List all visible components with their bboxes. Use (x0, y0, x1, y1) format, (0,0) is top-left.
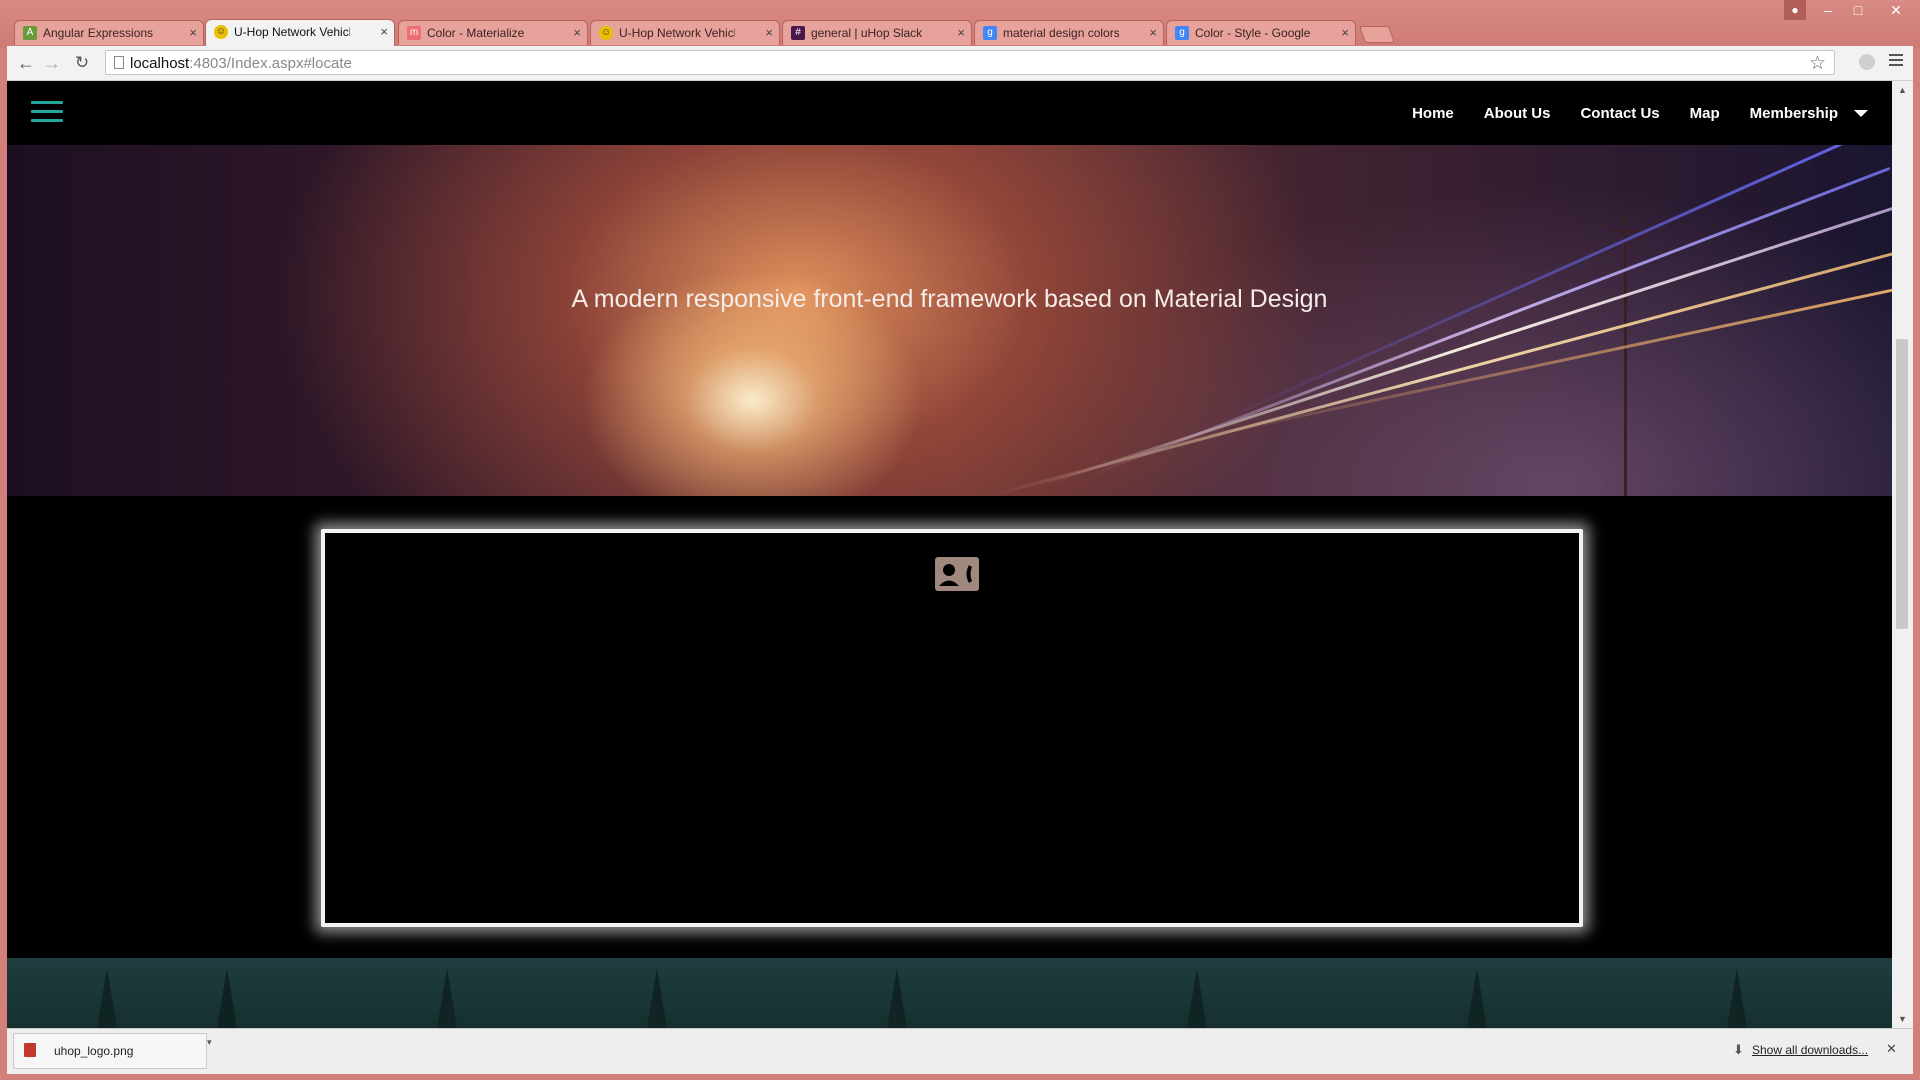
tree-decoration (647, 968, 667, 1028)
site-navbar: Home About Us Contact Us Map Membership (7, 81, 1892, 145)
tab-close-icon[interactable]: × (380, 20, 388, 44)
browser-tab[interactable]: m Color - Materialize × (398, 20, 588, 45)
light-streak (1086, 166, 1891, 478)
download-arrow-icon: ⬇ (1733, 1042, 1744, 1057)
google-favicon-icon: g (1175, 26, 1189, 40)
tree-decoration (1727, 968, 1747, 1028)
window-close-icon[interactable]: ✕ (1876, 0, 1916, 20)
reload-icon[interactable]: ↻ (71, 52, 93, 74)
nav-link-home[interactable]: Home (1412, 105, 1454, 122)
downloads-shelf: uhop_logo.png ▾ ⬇ Show all downloads... … (7, 1028, 1913, 1074)
nav-link-about-us[interactable]: About Us (1484, 105, 1551, 122)
back-arrow-icon[interactable]: ← (15, 52, 37, 74)
profile-icon[interactable]: ● (1784, 0, 1806, 20)
tree-decoration (437, 968, 457, 1028)
power-tower-decoration (1624, 210, 1627, 496)
power-tower-arm-decoration (1610, 230, 1640, 232)
url-path: :4803/Index.aspx#locate (189, 55, 352, 72)
tab-close-icon[interactable]: × (1149, 21, 1157, 45)
tab-title: Color - Materialize (427, 26, 525, 40)
tab-title: U-Hop Network Vehicle S (234, 25, 350, 39)
page-scrollbar[interactable]: ▲ ▼ (1892, 81, 1913, 1028)
scroll-down-arrow-icon[interactable]: ▼ (1898, 1014, 1907, 1024)
tab-close-icon[interactable]: × (1341, 21, 1349, 45)
browser-tab[interactable]: g Color - Style - Google des × (1166, 20, 1356, 45)
nav-link-membership[interactable]: Membership (1750, 105, 1838, 122)
google-favicon-icon: g (983, 26, 997, 40)
browser-titlebar: A Angular Expressions × ☺ U-Hop Network … (0, 0, 1920, 48)
show-all-downloads-link[interactable]: Show all downloads... (1752, 1043, 1868, 1057)
hamburger-menu-icon[interactable] (31, 101, 63, 128)
close-shelf-icon[interactable]: ✕ (1886, 1041, 1897, 1057)
caret-down-icon[interactable] (1854, 109, 1868, 117)
tree-decoration (887, 968, 907, 1028)
slack-favicon-icon: # (791, 26, 805, 40)
browser-tab[interactable]: # general | uHop Slack × (782, 20, 972, 45)
forward-arrow-icon[interactable]: → (41, 52, 63, 74)
contact-card (321, 529, 1583, 927)
contact-card-icon (935, 557, 979, 591)
image-file-icon (24, 1043, 36, 1057)
browser-tab[interactable]: g material design colors - G × (974, 20, 1164, 45)
nav-link-contact-us[interactable]: Contact Us (1580, 105, 1659, 122)
tab-title: U-Hop Network Vehicle S (619, 26, 735, 40)
extension-icon[interactable] (1859, 54, 1875, 70)
bookmark-star-icon[interactable]: ☆ (1809, 52, 1826, 75)
tab-close-icon[interactable]: × (765, 21, 773, 45)
tree-decoration (1187, 968, 1207, 1028)
tree-decoration (97, 968, 117, 1028)
tab-title: Angular Expressions (43, 26, 154, 40)
download-options-caret-icon[interactable]: ▾ (207, 1037, 212, 1048)
minimize-icon[interactable]: – (1814, 0, 1842, 20)
url-host: localhost (130, 55, 190, 72)
tab-title: material design colors - G (1003, 26, 1119, 40)
tab-close-icon[interactable]: × (957, 21, 965, 45)
forest-background-section (7, 958, 1892, 1028)
materialize-favicon-icon: m (407, 26, 421, 40)
hero-tagline: A modern responsive front-end framework … (571, 284, 1328, 313)
download-file-name: uhop_logo.png (54, 1044, 134, 1058)
tab-title: Color - Style - Google des (1195, 26, 1311, 40)
scroll-up-arrow-icon[interactable]: ▲ (1898, 85, 1907, 95)
nav-link-map[interactable]: Map (1690, 105, 1720, 122)
browser-toolbar: ← → ↻ localhost:4803/Index.aspx#locate ☆ (7, 46, 1913, 81)
maximize-icon[interactable]: □ (1844, 0, 1872, 20)
url-text[interactable]: localhost:4803/Index.aspx#locate (130, 55, 352, 72)
tab-close-icon[interactable]: × (189, 21, 197, 45)
scrollbar-thumb[interactable] (1896, 339, 1908, 629)
tree-decoration (1467, 968, 1487, 1028)
address-bar[interactable]: localhost:4803/Index.aspx#locate ☆ (105, 50, 1835, 75)
browser-tab[interactable]: A Angular Expressions × (14, 20, 204, 45)
page-viewport: Home About Us Contact Us Map Membership … (7, 81, 1892, 1028)
smiley-favicon-icon: ☺ (214, 25, 228, 39)
download-item[interactable]: uhop_logo.png (13, 1033, 207, 1069)
new-tab-button[interactable] (1358, 26, 1396, 43)
page-icon (114, 56, 124, 69)
browser-menu-icon[interactable] (1889, 54, 1903, 69)
hero-banner: A modern responsive front-end framework … (7, 145, 1892, 496)
tab-close-icon[interactable]: × (573, 21, 581, 45)
browser-tab-active[interactable]: ☺ U-Hop Network Vehicle S × (205, 19, 395, 46)
smiley-favicon-icon: ☺ (599, 26, 613, 40)
tree-decoration (217, 968, 237, 1028)
nav-links: Home About Us Contact Us Map Membership (1382, 81, 1868, 145)
angular-favicon-icon: A (23, 26, 37, 40)
tab-title: general | uHop Slack (811, 26, 923, 40)
browser-tab[interactable]: ☺ U-Hop Network Vehicle S × (590, 20, 780, 45)
